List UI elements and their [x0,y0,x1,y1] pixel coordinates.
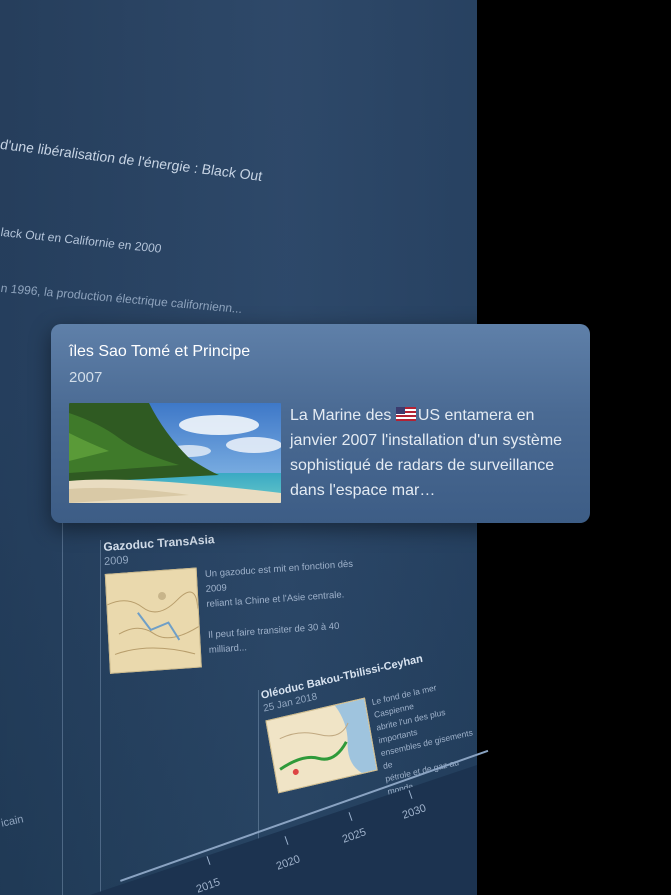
popover-date: 2007 [69,369,103,386]
event-card-transasia[interactable]: Gazoduc TransAsia 2009 Un gazoduc est mi… [103,522,374,674]
connector-line [258,690,259,850]
popover-text: La Marine des [290,407,396,424]
us-flag-icon [395,404,416,421]
connector-line [100,540,101,895]
popover-description: La Marine des US entamera en janvier 200… [290,403,580,503]
map-thumbnail [104,567,202,674]
map-thumbnail [265,697,378,794]
beach-photo [69,403,281,503]
popover-title: îles Sao Tomé et Principe [69,343,251,360]
connector-line [62,523,63,895]
event-popover-card[interactable]: îles Sao Tomé et Principe 2007 La Marine… [51,324,590,523]
popover-text: US [417,407,441,424]
